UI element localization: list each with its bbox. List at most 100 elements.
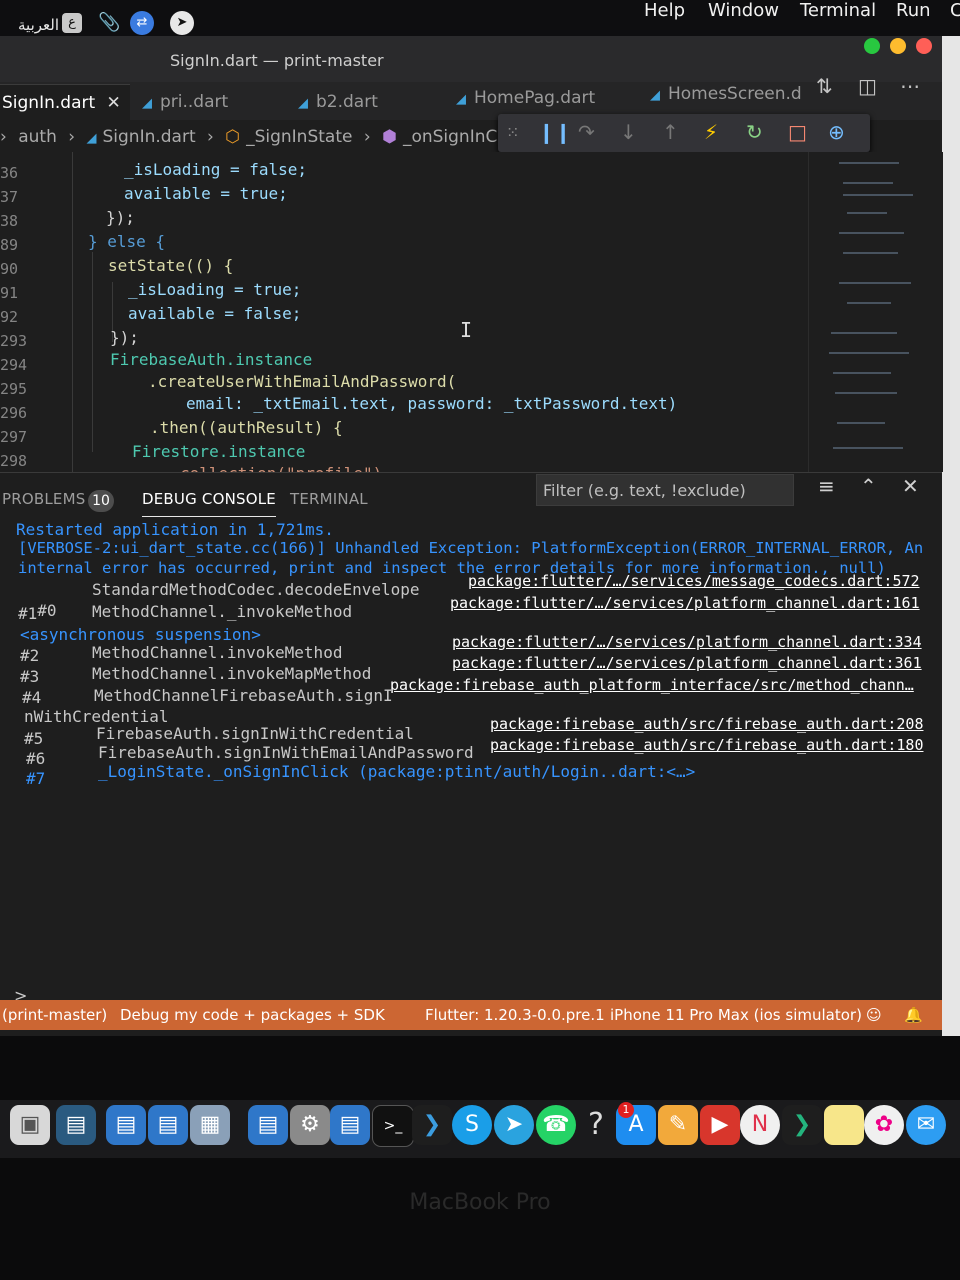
frame-name: MethodChannel.invokeMethod — [92, 643, 343, 662]
tab-label: HomesScreen.d — [668, 84, 802, 104]
frame-name: FirebaseAuth.signInWithEmailAndPassword — [98, 743, 474, 762]
tab-terminal[interactable]: TERMINAL — [290, 490, 368, 508]
input-source-icon[interactable]: ع — [62, 13, 82, 33]
menu-window[interactable]: Window — [708, 0, 779, 21]
laptop-brand-label: MacBook Pro — [409, 1190, 551, 1215]
line-number: 92 — [0, 308, 19, 326]
line-number: 295 — [0, 380, 28, 398]
drag-handle-icon[interactable]: ⁙ — [506, 123, 519, 142]
news-icon[interactable]: N — [740, 1105, 780, 1145]
tab-homesscreen-dart[interactable]: ◢ HomesScreen.d — [650, 76, 802, 112]
step-over-icon[interactable]: ↷ — [578, 120, 595, 144]
close-panel-icon[interactable]: ✕ — [902, 474, 919, 498]
status-bar: (print-master) Debug my code + packages … — [0, 1000, 942, 1030]
line-number: 293 — [0, 332, 28, 350]
step-out-icon[interactable]: ↑ — [662, 120, 679, 144]
line-number: 90 — [0, 260, 19, 278]
tab-debug-console[interactable]: DEBUG CONSOLE — [142, 490, 276, 517]
tab-pri-dart[interactable]: ◢ pri..dart — [142, 84, 228, 120]
split-editor-icon[interactable]: ◫ — [858, 74, 877, 98]
frame-link[interactable]: package:firebase_auth/src/firebase_auth.… — [490, 736, 923, 754]
pdf-icon[interactable]: ▶ — [700, 1105, 740, 1145]
folder-icon[interactable]: ▤ — [148, 1105, 188, 1145]
frame-link[interactable]: package:firebase_auth/src/firebase_auth.… — [490, 715, 923, 733]
input-source-label[interactable]: العربية — [18, 16, 59, 34]
folder-icon[interactable]: ▤ — [106, 1105, 146, 1145]
notes-icon[interactable] — [824, 1105, 864, 1145]
messages-icon[interactable]: ✉ — [906, 1105, 946, 1145]
tab-homepag-dart[interactable]: ◢ HomePag.dart — [456, 80, 595, 116]
stop-icon[interactable]: □ — [788, 120, 807, 144]
breadcrumb-file[interactable]: SignIn.dart — [102, 127, 195, 147]
photos-icon[interactable]: ✿ — [864, 1105, 904, 1145]
code-line: _isLoading = false; — [124, 160, 308, 179]
line-number: 296 — [0, 404, 28, 422]
frame-number: #4 — [22, 688, 42, 707]
folder-icon[interactable]: ▤ — [248, 1105, 288, 1145]
code-editor[interactable]: 36 37 38 89 90 91 92 293 294 295 296 297… — [0, 152, 808, 472]
paperclip-icon[interactable]: 📎 — [98, 12, 120, 33]
hot-reload-icon[interactable]: ⚡ — [704, 120, 718, 144]
restart-icon[interactable]: ↻ — [746, 120, 763, 144]
class-icon: ⬡ — [225, 127, 241, 147]
window-title: SignIn.dart — print-master — [170, 51, 384, 70]
settings-icon[interactable]: ⚙ — [290, 1105, 330, 1145]
clear-console-icon[interactable]: ≡ — [818, 474, 835, 498]
close-window-button[interactable] — [916, 38, 932, 54]
frame-link[interactable]: package:flutter/…/services/message_codec… — [468, 572, 920, 590]
pause-icon[interactable]: ❙❙ — [538, 120, 572, 144]
code-line: }); — [106, 208, 135, 227]
telegram-menubar-icon[interactable]: ➤ — [170, 11, 194, 35]
status-debug-mode[interactable]: Debug my code + packages + SDK — [120, 1000, 385, 1030]
menu-help[interactable]: Help — [644, 0, 685, 21]
menu-terminal[interactable]: Terminal — [800, 0, 876, 21]
close-icon[interactable]: ✕ — [107, 93, 121, 113]
maximize-button[interactable] — [864, 38, 880, 54]
status-branch[interactable]: (print-master) — [2, 1000, 107, 1030]
dart-file-icon: ◢ — [298, 96, 308, 111]
frame-link[interactable]: package:flutter/…/services/platform_chan… — [452, 654, 922, 672]
status-device[interactable]: iPhone 11 Pro Max (ios simulator) — [610, 1000, 862, 1030]
code-line: } else { — [88, 232, 166, 251]
console-filter-input[interactable]: Filter (e.g. text, !exclude) — [536, 474, 794, 506]
finder-icon[interactable]: ▣ — [10, 1105, 50, 1145]
vscode-insiders-icon[interactable]: ❯ — [782, 1105, 822, 1145]
compare-changes-icon[interactable]: ⇅ — [816, 74, 833, 98]
frame-link[interactable]: package:firebase_auth_platform_interface… — [390, 676, 914, 694]
tab-signin-dart[interactable]: SignIn.dart ✕ — [0, 84, 130, 121]
skype-icon[interactable]: S — [452, 1105, 492, 1145]
minimap[interactable] — [808, 152, 943, 472]
more-actions-icon[interactable]: ⋯ — [900, 74, 920, 98]
tab-problems[interactable]: PROBLEMS — [2, 490, 85, 508]
bell-icon[interactable]: 🔔 — [904, 1000, 923, 1030]
feedback-icon[interactable]: ☺ — [866, 1000, 882, 1030]
folder-icon[interactable]: ▤ — [330, 1105, 370, 1145]
menu-run[interactable]: Run — [896, 0, 931, 21]
tab-label: SignIn.dart — [2, 93, 96, 113]
teamviewer-icon[interactable]: ⇄ — [130, 11, 154, 35]
frame-number: #3 — [20, 667, 40, 686]
preview-icon[interactable]: ▦ — [190, 1105, 230, 1145]
code-line: setState(() { — [108, 256, 234, 275]
vscode-icon[interactable]: ❯ — [412, 1105, 452, 1145]
frame-link[interactable]: package:flutter/…/services/platform_chan… — [452, 633, 922, 651]
console-line: Restarted application in 1,721ms. — [16, 520, 334, 539]
help-icon[interactable]: ? — [576, 1105, 616, 1145]
telegram-icon[interactable]: ➤ — [494, 1105, 534, 1145]
maximize-panel-icon[interactable]: ⌃ — [860, 474, 877, 498]
inspect-widget-icon[interactable]: ⊕ — [828, 120, 845, 144]
menu-more[interactable]: C — [950, 0, 960, 21]
debug-toolbar: ⁙ ❙❙ ↷ ↓ ↑ ⚡ ↻ □ ⊕ — [498, 114, 870, 152]
pages-icon[interactable]: ✎ — [658, 1105, 698, 1145]
desktop-background — [942, 36, 960, 1036]
terminal-icon[interactable]: >_ — [372, 1105, 414, 1147]
step-into-icon[interactable]: ↓ — [620, 120, 637, 144]
whatsapp-icon[interactable]: ☎ — [536, 1105, 576, 1145]
folder-icon[interactable]: ▤ — [56, 1105, 96, 1145]
tab-b2-dart[interactable]: ◢ b2.dart — [298, 84, 378, 120]
breadcrumb-folder[interactable]: auth — [18, 127, 57, 147]
status-flutter-version[interactable]: Flutter: 1.20.3-0.0.pre.1 — [425, 1000, 605, 1030]
minimize-button[interactable] — [890, 38, 906, 54]
breadcrumb-class[interactable]: _SignInState — [246, 127, 352, 147]
frame-link[interactable]: package:flutter/…/services/platform_chan… — [450, 594, 920, 612]
